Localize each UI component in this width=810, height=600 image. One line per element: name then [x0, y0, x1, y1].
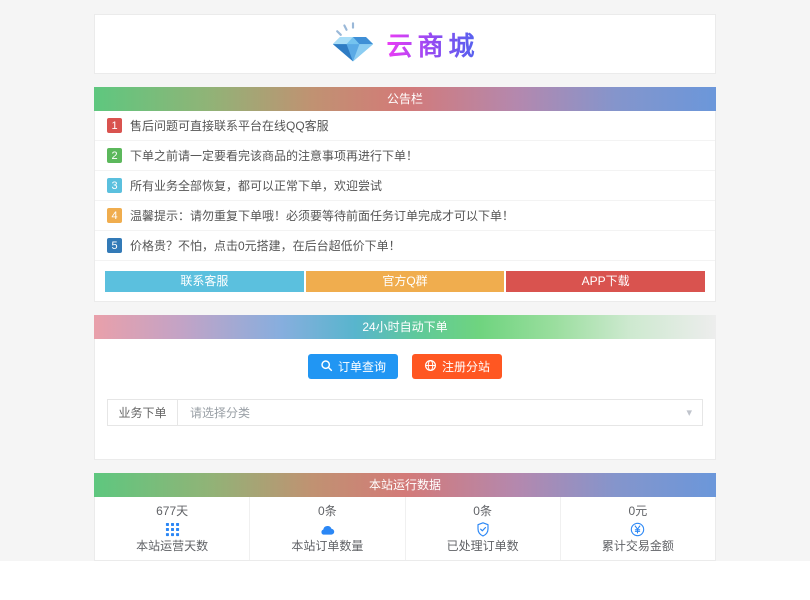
notice-text: 下单之前请一定要看完该商品的注意事项再进行下单！ — [130, 147, 418, 164]
notice-item: 4 温馨提示：请勿重复下单哦！必须要等待前面任务订单完成才可以下单！ — [95, 201, 715, 231]
stat-value: 0条 — [250, 504, 404, 519]
category-select-row: 业务下单 请选择分类 ▾ — [107, 399, 703, 426]
stat-running-days: 677天 本站运营天数 — [95, 497, 250, 560]
stat-value: 0元 — [561, 504, 715, 519]
notice-number-badge: 5 — [107, 238, 122, 253]
notice-text: 价格贵？不怕，点击0元搭建，在后台超低价下单！ — [130, 237, 401, 254]
stat-label: 本站订单数量 — [250, 539, 404, 554]
stat-order-count: 0条 本站订单数量 — [250, 497, 405, 560]
notice-number-badge: 2 — [107, 148, 122, 163]
stat-label: 本站运营天数 — [95, 539, 249, 554]
stat-total-amount: 0元 累计交易金额 — [561, 497, 715, 560]
stat-processed-orders: 0条 已处理订单数 — [406, 497, 561, 560]
app-download-button[interactable]: APP下载 — [506, 271, 705, 292]
stat-value: 677天 — [95, 504, 249, 519]
notice-text: 售后问题可直接联系平台在线QQ客服 — [130, 117, 329, 134]
stats-section: 677天 本站运营天数 0条 — [94, 497, 716, 561]
notice-board: 1 售后问题可直接联系平台在线QQ客服 2 下单之前请一定要看完该商品的注意事项… — [94, 111, 716, 302]
notice-button-bar: 联系客服 官方Q群 APP下载 — [95, 261, 715, 301]
notice-text: 温馨提示：请勿重复下单哦！必须要等待前面任务订单完成才可以下单！ — [130, 207, 514, 224]
stat-value: 0条 — [406, 504, 560, 519]
notice-board-header: 公告栏 — [94, 87, 716, 111]
order-section: 订单查询 注册分站 业务下单 请选择分类 ▾ — [94, 339, 716, 460]
chevron-down-icon[interactable]: ▾ — [686, 406, 702, 419]
category-select[interactable]: 请选择分类 — [178, 404, 686, 421]
notice-number-badge: 1 — [107, 118, 122, 133]
stat-label: 累计交易金额 — [561, 539, 715, 554]
notice-item: 3 所有业务全部恢复，都可以正常下单，欢迎尝试 — [95, 171, 715, 201]
stats-section-header: 本站运行数据 — [94, 473, 716, 497]
action-button-row: 订单查询 注册分站 — [95, 354, 715, 379]
notice-item: 2 下单之前请一定要看完该商品的注意事项再进行下单！ — [95, 141, 715, 171]
notice-text: 所有业务全部恢复，都可以正常下单，欢迎尝试 — [130, 177, 382, 194]
register-substation-label: 注册分站 — [442, 358, 490, 375]
cloud-icon — [250, 521, 404, 538]
search-icon — [320, 359, 333, 375]
order-form-label: 业务下单 — [108, 400, 178, 425]
site-title: 云商城 — [386, 26, 479, 63]
grid-icon — [95, 521, 249, 538]
order-section-header: 24小时自动下单 — [94, 315, 716, 339]
order-query-label: 订单查询 — [338, 358, 386, 375]
page-footer-space — [0, 561, 810, 600]
official-qq-group-button[interactable]: 官方Q群 — [306, 271, 505, 292]
notice-number-badge: 4 — [107, 208, 122, 223]
shield-check-icon — [406, 521, 560, 538]
notice-item: 1 售后问题可直接联系平台在线QQ客服 — [95, 111, 715, 141]
yuan-circle-icon — [561, 521, 715, 538]
order-query-button[interactable]: 订单查询 — [308, 354, 398, 379]
register-substation-button[interactable]: 注册分站 — [412, 354, 502, 379]
notice-number-badge: 3 — [107, 178, 122, 193]
notice-item: 5 价格贵？不怕，点击0元搭建，在后台超低价下单！ — [95, 231, 715, 261]
stat-label: 已处理订单数 — [406, 539, 560, 554]
page-background: 云商城 公告栏 1 售后问题可直接联系平台在线QQ客服 2 下单之前请一定要看完… — [0, 0, 810, 561]
site-logo[interactable]: 云商城 — [94, 14, 716, 74]
contact-support-button[interactable]: 联系客服 — [105, 271, 304, 292]
globe-icon — [424, 359, 437, 375]
diamond-logo-icon — [330, 21, 376, 68]
